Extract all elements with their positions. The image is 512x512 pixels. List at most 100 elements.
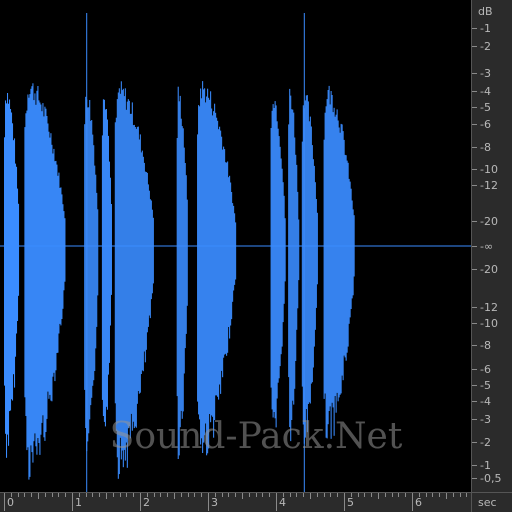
waveform-clip: [301, 13, 318, 492]
db-tick: [472, 269, 477, 270]
time-minor-tick: [18, 493, 19, 497]
db-tick-label: -4: [480, 395, 491, 408]
time-minor-tick: [133, 493, 134, 497]
time-minor-tick: [58, 493, 59, 497]
time-minor-tick: [65, 493, 66, 497]
time-minor-tick: [344, 493, 345, 511]
db-tick: [472, 91, 477, 92]
time-minor-tick: [276, 493, 277, 511]
time-minor-tick: [398, 493, 399, 497]
db-tick: [472, 369, 477, 370]
time-minor-tick: [249, 493, 250, 497]
time-minor-tick: [330, 493, 331, 497]
db-tick: [472, 401, 477, 402]
db-tick-label: -3: [480, 67, 491, 80]
time-minor-tick: [358, 493, 359, 497]
time-tick-label: 6: [415, 496, 422, 509]
db-tick: [472, 124, 477, 125]
db-tick-label: -12: [480, 301, 498, 314]
time-tick-label: 3: [211, 496, 218, 509]
time-minor-tick: [378, 493, 379, 499]
time-minor-tick: [120, 493, 121, 497]
time-minor-tick: [235, 493, 236, 497]
time-minor-tick: [222, 493, 223, 497]
time-minor-tick: [45, 493, 46, 497]
time-minor-tick: [256, 493, 257, 497]
time-minor-tick: [160, 493, 161, 497]
time-minor-tick: [392, 493, 393, 497]
time-minor-tick: [364, 493, 365, 497]
time-minor-tick: [446, 493, 447, 499]
time-minor-tick: [460, 493, 461, 497]
time-minor-tick: [126, 493, 127, 497]
db-tick: [472, 107, 477, 108]
db-tick-label: -8: [480, 339, 491, 352]
time-minor-tick: [167, 493, 168, 497]
time-minor-tick: [371, 493, 372, 497]
db-tick-label: -8: [480, 141, 491, 154]
time-minor-tick: [466, 493, 467, 497]
audio-editor-view: dB -1 -2 -3 -4 -5 -6 -8 -10 -12 -20 -∞ -20 -12 -10 -8-…: [0, 0, 512, 512]
waveform-display[interactable]: [0, 0, 471, 492]
db-tick: [472, 28, 477, 29]
time-tick-label: 2: [143, 496, 150, 509]
time-minor-tick: [432, 493, 433, 497]
time-minor-tick: [31, 493, 32, 497]
db-tick: [472, 345, 477, 346]
db-tick: [472, 442, 477, 443]
time-minor-tick: [24, 493, 25, 497]
db-tick: [472, 385, 477, 386]
time-minor-tick: [303, 493, 304, 497]
time-minor-tick: [296, 493, 297, 497]
db-tick: [472, 465, 477, 466]
db-tick: [472, 246, 477, 247]
time-minor-tick: [269, 493, 270, 497]
db-tick-label: -1: [480, 459, 491, 472]
waveform-clip: [176, 86, 188, 459]
db-tick-label: -1: [480, 22, 491, 35]
db-tick-label: -4: [480, 85, 491, 98]
waveform-clip: [288, 88, 300, 442]
time-minor-tick: [453, 493, 454, 497]
waveform-clip: [24, 83, 66, 480]
waveform-clip: [270, 101, 286, 428]
time-minor-tick: [317, 493, 318, 497]
time-tick-label: 5: [347, 496, 354, 509]
time-unit-corner: sec: [471, 492, 512, 512]
time-minor-tick: [426, 493, 427, 497]
waveform-clip: [114, 81, 154, 479]
time-minor-tick: [72, 493, 73, 511]
time-minor-tick: [324, 493, 325, 497]
db-tick-label: -10: [480, 317, 498, 330]
time-minor-tick: [412, 493, 413, 511]
db-scale-ruler: dB -1 -2 -3 -4 -5 -6 -8 -10 -12 -20 -∞ -20 -12 -10 -8 -…: [471, 0, 512, 492]
db-tick-label: -2: [480, 40, 491, 53]
db-center-label: -∞: [480, 240, 494, 253]
db-tick-label: -10: [480, 163, 498, 176]
time-minor-tick: [439, 493, 440, 497]
waveform-clip: [101, 99, 112, 427]
db-tick-label: -6: [480, 363, 491, 376]
time-tick-label: 0: [7, 496, 14, 509]
time-minor-tick: [154, 493, 155, 497]
db-tick-label: -3: [480, 413, 491, 426]
time-minor-tick: [38, 493, 39, 499]
time-minor-tick: [174, 493, 175, 499]
db-tick-label: -20: [480, 263, 498, 276]
time-minor-tick: [86, 493, 87, 497]
db-tick: [472, 307, 477, 308]
time-tick-label: 1: [75, 496, 82, 509]
db-tick: [472, 221, 477, 222]
db-tick-label: -6: [480, 118, 491, 131]
db-tick: [472, 323, 477, 324]
time-minor-tick: [208, 493, 209, 511]
time-minor-tick: [310, 493, 311, 499]
db-tick: [472, 478, 477, 479]
db-tick-label: -5: [480, 379, 491, 392]
db-unit-label: dB: [478, 5, 493, 18]
db-tick-label: -12: [480, 179, 498, 192]
time-minor-tick: [106, 493, 107, 499]
waveform-clip: [323, 85, 355, 439]
db-tick: [472, 185, 477, 186]
time-minor-tick: [92, 493, 93, 497]
